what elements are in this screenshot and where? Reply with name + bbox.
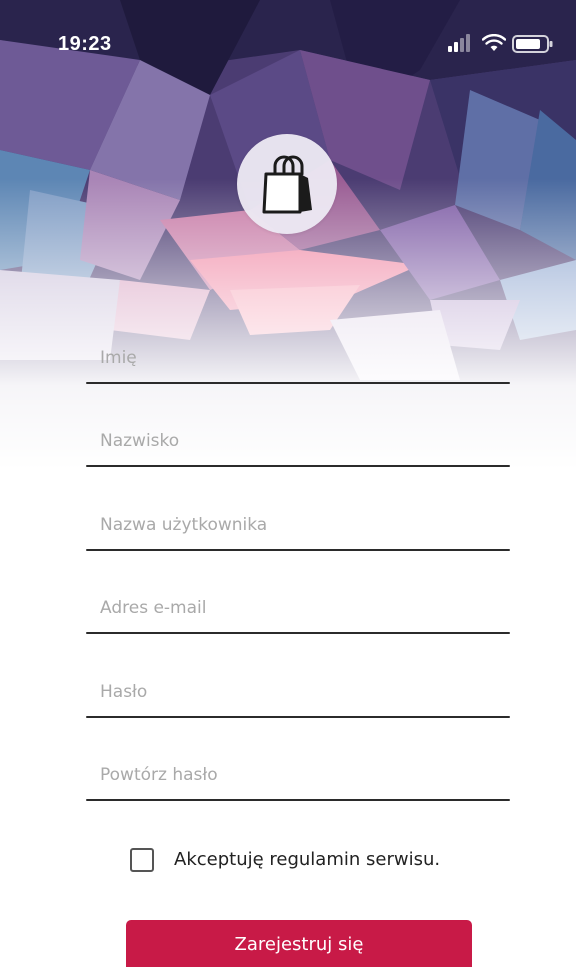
first-name-input[interactable] (86, 336, 510, 380)
last-name-input[interactable] (86, 419, 510, 463)
repeat-password-field (86, 753, 510, 801)
app-logo (237, 134, 337, 234)
status-icons (448, 34, 558, 54)
status-time: 19:23 (58, 33, 112, 55)
register-button[interactable]: Zarejestruj się (126, 920, 472, 967)
first-name-field (86, 336, 510, 384)
register-screen: 19:23 Imię Nazwisko Nazwa użytkownika Ad… (0, 0, 576, 967)
hero-background (0, 0, 576, 470)
password-field (86, 670, 510, 718)
email-underline (86, 632, 510, 634)
password-underline (86, 716, 510, 718)
repeat-password-underline (86, 799, 510, 801)
password-input[interactable] (86, 670, 510, 714)
first-name-underline (86, 382, 510, 384)
last-name-field (86, 419, 510, 467)
username-underline (86, 549, 510, 551)
status-bar: 19:23 (0, 0, 576, 55)
email-input[interactable] (86, 586, 510, 630)
shopping-bag-icon (262, 155, 312, 214)
email-field (86, 586, 510, 634)
wifi-icon (482, 34, 506, 51)
repeat-password-input[interactable] (86, 753, 510, 797)
battery-icon (512, 35, 553, 53)
terms-label[interactable]: Akceptuję regulamin serwisu. (174, 846, 440, 874)
signal-icon (448, 34, 470, 52)
username-input[interactable] (86, 503, 510, 547)
last-name-underline (86, 465, 510, 467)
username-field (86, 503, 510, 551)
terms-checkbox[interactable] (130, 848, 154, 872)
abstract-background-art (0, 0, 576, 470)
